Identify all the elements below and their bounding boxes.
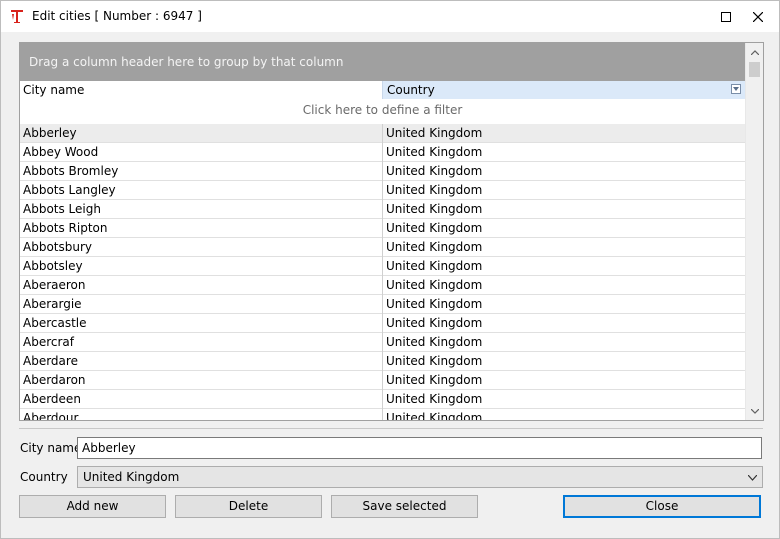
scrollbar-thumb[interactable] [749,62,760,77]
divider [19,428,763,429]
chevron-down-icon [747,467,758,487]
country-cell[interactable]: United Kingdom [382,238,745,257]
filter-dropdown-icon[interactable] [731,84,741,94]
table-row[interactable]: Abbots Bromley United Kingdom [20,162,745,181]
save-selected-button[interactable]: Save selected [331,495,478,518]
city-name-cell[interactable]: Aberdeen [23,390,381,409]
city-name-cell[interactable]: Abercastle [23,314,381,333]
group-by-hint: Drag a column header here to group by th… [29,55,344,69]
table-row[interactable]: Abberley United Kingdom [20,124,745,143]
country-cell[interactable]: United Kingdom [382,314,745,333]
scroll-up-arrow-icon[interactable] [749,46,761,58]
table-row[interactable]: Abbotsbury United Kingdom [20,238,745,257]
column-header-country-label: Country [387,83,435,97]
table-row[interactable]: Aberaeron United Kingdom [20,276,745,295]
table-row[interactable]: Abbotsley United Kingdom [20,257,745,276]
country-cell[interactable]: United Kingdom [382,371,745,390]
title-bar: Edit cities [ Number : 6947 ] [1,1,779,32]
table-row[interactable]: Abercraf United Kingdom [20,333,745,352]
table-row[interactable]: Abbots Langley United Kingdom [20,181,745,200]
city-name-cell[interactable]: Abbey Wood [23,143,381,162]
table-row[interactable]: Abbots Leigh United Kingdom [20,200,745,219]
window-title: Edit cities [ Number : 6947 ] [32,9,202,23]
cities-grid[interactable]: Drag a column header here to group by th… [19,42,764,421]
city-name-cell[interactable]: Abbots Langley [23,181,381,200]
city-name-cell[interactable]: Aberdaron [23,371,381,390]
grid-rows: Abberley United Kingdom Abbey Wood United K… [20,124,745,420]
column-header-country[interactable]: Country [382,81,745,99]
column-header-city-name[interactable]: City name [20,81,385,99]
city-name-cell[interactable]: Aberaeron [23,276,381,295]
city-name-cell[interactable]: Aberdour [23,409,381,420]
edit-cities-window: Edit cities [ Number : 6947 ] Drag a col… [0,0,780,539]
country-cell[interactable]: United Kingdom [382,257,745,276]
city-name-cell[interactable]: Aberdare [23,352,381,371]
city-name-cell[interactable]: Aberargie [23,295,381,314]
country-cell[interactable]: United Kingdom [382,162,745,181]
table-row[interactable]: Aberdaron United Kingdom [20,371,745,390]
table-row[interactable]: Abercastle United Kingdom [20,314,745,333]
close-button[interactable]: Close [563,495,761,518]
table-row[interactable]: Aberdeen United Kingdom [20,390,745,409]
city-name-cell[interactable]: Abbotsbury [23,238,381,257]
country-cell[interactable]: United Kingdom [382,200,745,219]
close-window-button[interactable] [736,1,779,32]
table-row[interactable]: Abbots Ripton United Kingdom [20,219,745,238]
filter-row[interactable]: Click here to define a filter [20,99,745,121]
country-select[interactable]: United Kingdom [77,466,763,488]
delete-button[interactable]: Delete [175,495,322,518]
city-name-cell[interactable]: Abberley [23,124,381,143]
city-name-cell[interactable]: Abbots Ripton [23,219,381,238]
country-cell[interactable]: United Kingdom [382,295,745,314]
maximize-icon [721,11,731,22]
country-cell[interactable]: United Kingdom [382,143,745,162]
scroll-down-arrow-icon[interactable] [749,405,761,417]
city-name-label: City name [20,441,82,455]
app-icon [10,8,24,24]
city-name-cell[interactable]: Abbots Leigh [23,200,381,219]
country-cell[interactable]: United Kingdom [382,124,745,143]
close-icon [752,11,763,22]
country-cell[interactable]: United Kingdom [382,333,745,352]
country-select-value: United Kingdom [83,470,180,484]
city-name-cell[interactable]: Abbots Bromley [23,162,381,181]
country-cell[interactable]: United Kingdom [382,181,745,200]
country-cell[interactable]: United Kingdom [382,390,745,409]
city-name-field[interactable]: Abberley [77,437,762,459]
country-cell[interactable]: United Kingdom [382,409,745,420]
city-name-cell[interactable]: Abercraf [23,333,381,352]
group-by-panel[interactable]: Drag a column header here to group by th… [20,43,745,81]
vertical-scrollbar[interactable] [745,43,763,420]
table-row[interactable]: Aberdour United Kingdom [20,409,745,420]
table-row[interactable]: Aberargie United Kingdom [20,295,745,314]
country-cell[interactable]: United Kingdom [382,352,745,371]
table-row[interactable]: Aberdare United Kingdom [20,352,745,371]
country-cell[interactable]: United Kingdom [382,276,745,295]
country-cell[interactable]: United Kingdom [382,219,745,238]
country-label: Country [20,470,68,484]
table-row[interactable]: Abbey Wood United Kingdom [20,143,745,162]
add-new-button[interactable]: Add new [19,495,166,518]
city-name-cell[interactable]: Abbotsley [23,257,381,276]
